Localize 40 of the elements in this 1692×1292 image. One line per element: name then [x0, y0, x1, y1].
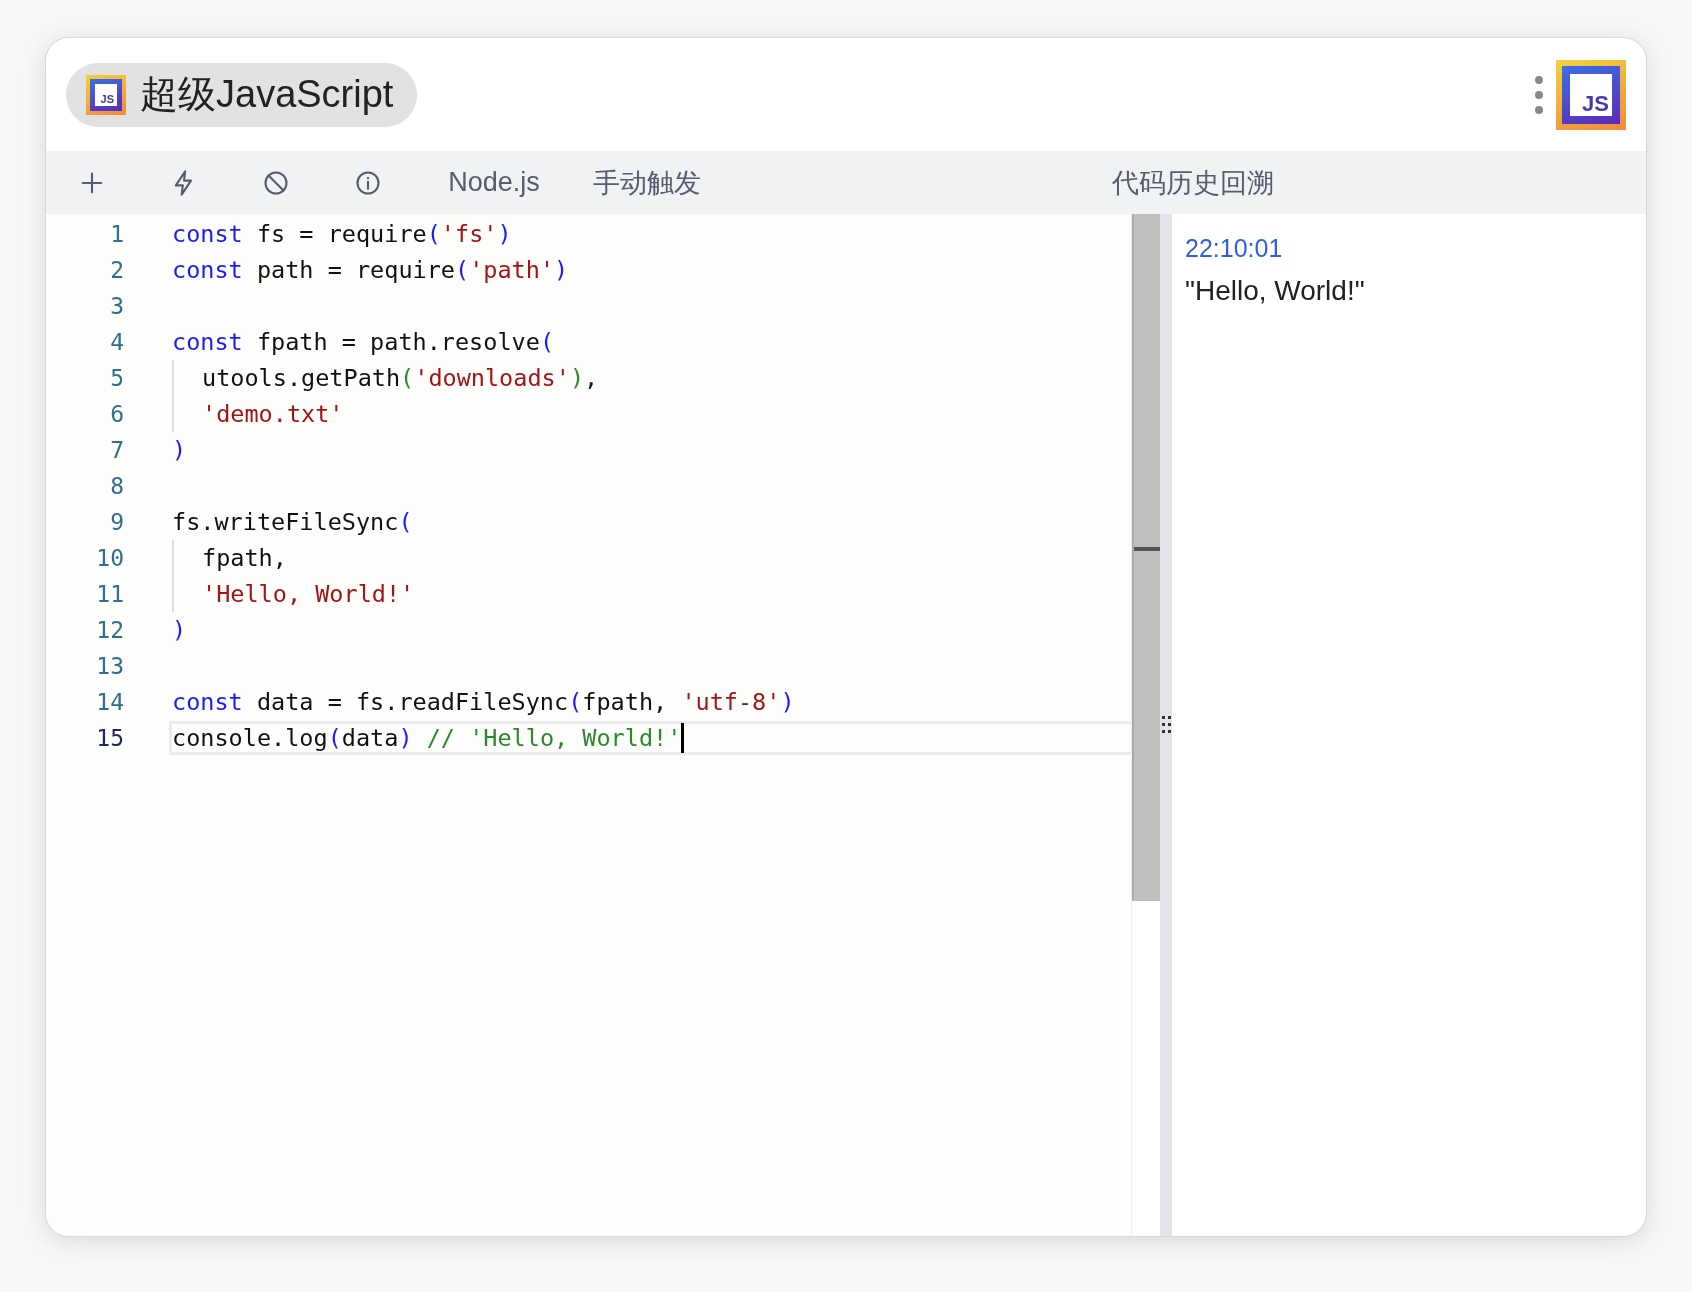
scrollbar[interactable]	[1131, 214, 1160, 1236]
line-number: 6	[109, 401, 124, 427]
history-title: 代码历史回溯	[1110, 166, 1275, 200]
more-menu-icon[interactable]	[1534, 74, 1544, 115]
line-number: 9	[109, 509, 124, 535]
active-code-line: console.log(data) // 'Hello, World!'	[169, 721, 1131, 755]
info-icon	[354, 168, 382, 197]
line-number: 10	[95, 545, 124, 571]
line-number: 1	[109, 221, 124, 247]
code-line: )	[172, 615, 188, 646]
code-line: 'demo.txt'	[172, 397, 1131, 431]
line-number: 3	[109, 293, 124, 319]
toolbar-tab[interactable]: 手动触发	[574, 151, 719, 214]
app-title: 超级JavaScript	[140, 72, 394, 117]
app-logo-icon: JS	[86, 74, 126, 115]
toolbar-tab[interactable]: Node.js	[414, 151, 574, 214]
app-icon[interactable]: JS	[1556, 59, 1626, 130]
code-line: utools.getPath('downloads'),	[172, 361, 1131, 395]
code-line: fs.writeFileSync(	[172, 507, 414, 538]
code-line: const fpath = path.resolve(	[172, 327, 556, 358]
code-line: fpath,	[172, 541, 1131, 575]
code-line: const fs = require('fs')	[172, 219, 513, 250]
history-output: "Hello, World!"	[1185, 275, 1366, 307]
code-line: )	[172, 435, 188, 466]
line-number: 15	[95, 725, 124, 751]
line-number: 14	[95, 689, 124, 715]
line-number: 5	[109, 365, 124, 391]
line-number: 7	[109, 437, 124, 463]
drag-handle-icon[interactable]	[1162, 716, 1171, 734]
code-line: const data = fs.readFileSync(fpath, 'utf-8')	[172, 687, 796, 718]
line-number: 13	[95, 653, 124, 679]
ban-icon	[262, 168, 290, 197]
line-number: 12	[95, 617, 124, 643]
history-timestamp[interactable]: 22:10:01	[1185, 234, 1633, 263]
line-number: 2	[109, 257, 124, 283]
line-number: 8	[109, 473, 124, 499]
code-line: 'Hello, World!'	[172, 577, 1131, 611]
line-number: 11	[95, 581, 124, 607]
code-line: const path = require('path')	[172, 255, 570, 286]
line-number: 4	[109, 329, 124, 355]
